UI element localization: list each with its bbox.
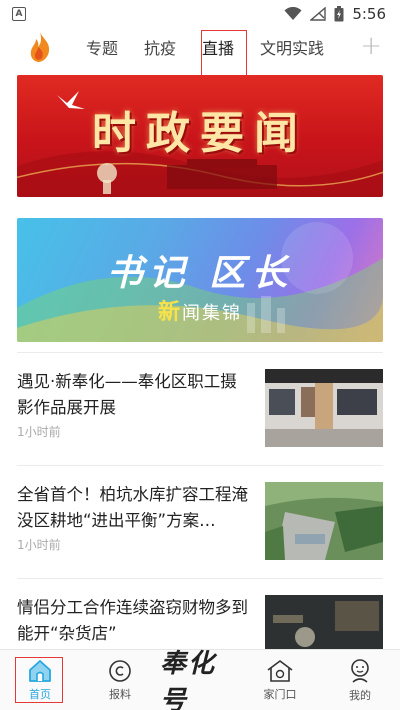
- nav-home-door[interactable]: 家门口: [240, 650, 320, 710]
- news-title: 全省首个！柏坑水库扩容工程淹没区耕地“进出平衡”方案…: [17, 485, 248, 530]
- tab-highlight-box: [201, 30, 247, 78]
- app-notification-icon: A: [12, 7, 26, 21]
- banner-title: 书记 区长: [106, 253, 294, 294]
- battery-charging-icon: [334, 6, 344, 22]
- news-time: 1小时前: [17, 425, 61, 439]
- news-thumbnail: [265, 595, 383, 649]
- tab-kangyi[interactable]: 抗疫: [144, 31, 176, 63]
- add-channel-icon[interactable]: +: [360, 33, 382, 59]
- banner-subtitle: 新闻集锦: [157, 300, 242, 325]
- news-thumbnail: [265, 482, 383, 560]
- news-item[interactable]: 遇见·新奉化——奉化区职工摄影作品展开展 1小时前: [17, 369, 383, 449]
- house-door-icon: [267, 659, 293, 682]
- news-thumbnail: [265, 369, 383, 447]
- status-indicators: 5:56: [284, 5, 386, 23]
- divider: [17, 465, 383, 466]
- news-time: 1小时前: [17, 538, 61, 552]
- nav-label: 家门口: [263, 687, 297, 701]
- clock: 5:56: [352, 5, 386, 23]
- no-signal-icon: [310, 7, 327, 21]
- news-title: 遇见·新奉化——奉化区职工摄影作品展开展: [17, 372, 237, 417]
- banner-shuji-quzhang[interactable]: 书记 区长 新闻集锦: [17, 218, 383, 342]
- banner-title: 时政要闻: [92, 108, 308, 159]
- divider: [17, 352, 383, 353]
- news-item[interactable]: 情侣分工合作连续盗窃财物多到能开“杂货店”: [17, 595, 383, 649]
- nav-label: 我的: [349, 688, 371, 702]
- flame-logo-icon: [30, 32, 50, 62]
- nav-label: 报料: [109, 687, 131, 701]
- app-logo[interactable]: [20, 28, 60, 66]
- banner-shizheng-yaowen[interactable]: 时政要闻: [17, 75, 383, 197]
- tab-zhuanti[interactable]: 专题: [86, 31, 118, 63]
- wifi-icon: [284, 7, 302, 20]
- nav-report[interactable]: 报料: [80, 650, 160, 710]
- nav-brand[interactable]: 奉化号: [160, 649, 240, 710]
- brand-logo: 奉化号: [160, 649, 217, 710]
- profile-icon: [351, 658, 369, 683]
- report-icon: [109, 659, 131, 682]
- divider: [17, 578, 383, 579]
- news-title: 情侣分工合作连续盗窃财物多到能开“杂货店”: [17, 598, 248, 643]
- status-bar: A 5:56: [0, 0, 400, 28]
- news-item[interactable]: 全省首个！柏坑水库扩容工程淹没区耕地“进出平衡”方案… 1小时前: [17, 482, 383, 562]
- tab-wenming-shijian[interactable]: 文明实践: [260, 31, 324, 63]
- nav-mine[interactable]: 我的: [320, 650, 400, 710]
- channel-tabs: 专题 抗疫 直播 文明实践: [0, 28, 400, 66]
- nav-highlight-box: [15, 657, 63, 703]
